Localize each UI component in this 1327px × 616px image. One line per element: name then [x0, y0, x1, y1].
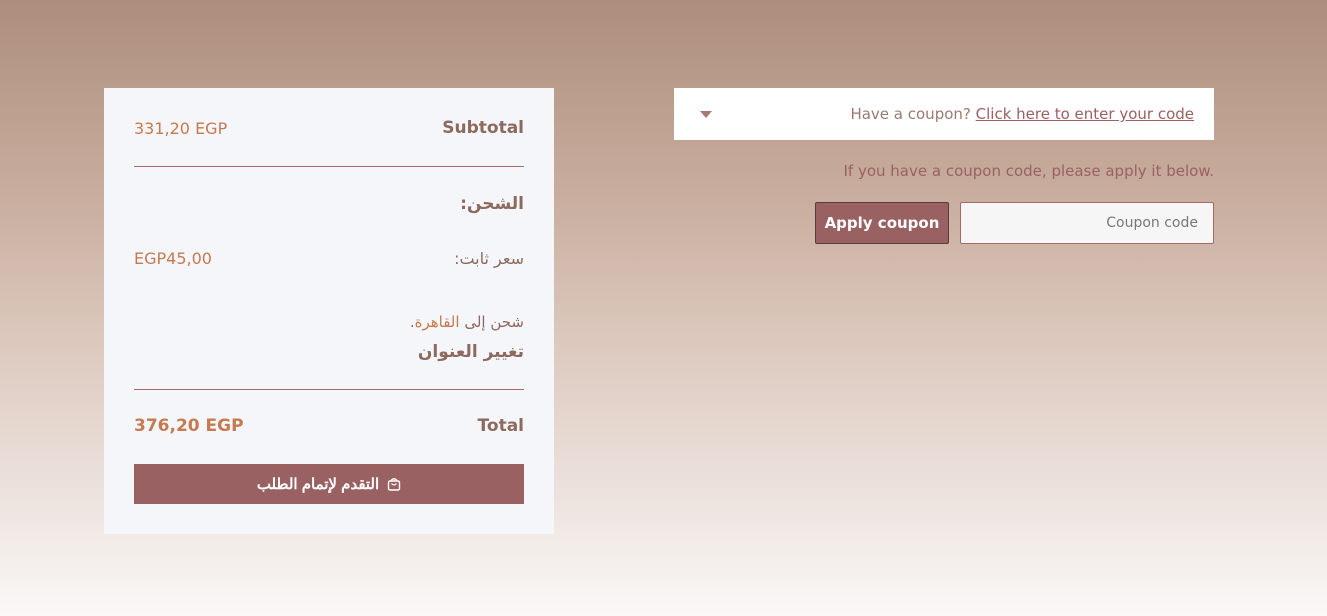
caret-down-icon[interactable]: [700, 110, 712, 118]
apply-coupon-button[interactable]: Apply coupon: [815, 202, 949, 244]
coupon-code-input[interactable]: [960, 202, 1214, 244]
coupon-hint: If you have a coupon code, please apply …: [843, 162, 1215, 180]
shipping-title: الشحن:: [460, 194, 524, 214]
divider: [134, 166, 524, 167]
checkout-button-label: التقدم لإتمام الطلب: [256, 476, 380, 493]
coupon-question: Have a coupon?: [850, 105, 971, 123]
total-label: Total: [477, 416, 524, 436]
ship-to-prefix: شحن إلى: [459, 313, 524, 331]
shipping-destination: شحن إلى القاهرة.: [410, 313, 524, 331]
subtotal-row: 331,20 EGP Subtotal: [134, 118, 524, 138]
total-value: 376,20 EGP: [134, 416, 244, 436]
subtotal-label: Subtotal: [442, 118, 524, 138]
proceed-to-checkout-button[interactable]: التقدم لإتمام الطلب: [134, 464, 524, 504]
subtotal-value: 331,20 EGP: [134, 118, 228, 138]
coupon-toggle-text: Have a coupon? Click here to enter your …: [850, 105, 1194, 123]
total-row: 376,20 EGP Total: [134, 416, 524, 436]
flat-rate-value: EGP45,00: [134, 249, 212, 268]
cart-totals-panel: 331,20 EGP Subtotal الشحن: EGP45,00 سعر …: [104, 88, 554, 534]
shopping-bag-icon: [387, 477, 401, 491]
change-address-link[interactable]: تغيير العنوان: [418, 342, 524, 362]
coupon-toggle-bar: Have a coupon? Click here to enter your …: [674, 88, 1214, 140]
ship-to-city: القاهرة: [414, 313, 460, 331]
divider: [134, 389, 524, 390]
flat-rate-row: EGP45,00 سعر ثابت:: [134, 249, 524, 268]
coupon-toggle-link[interactable]: Click here to enter your code: [976, 105, 1194, 123]
flat-rate-label: سعر ثابت:: [454, 249, 524, 268]
